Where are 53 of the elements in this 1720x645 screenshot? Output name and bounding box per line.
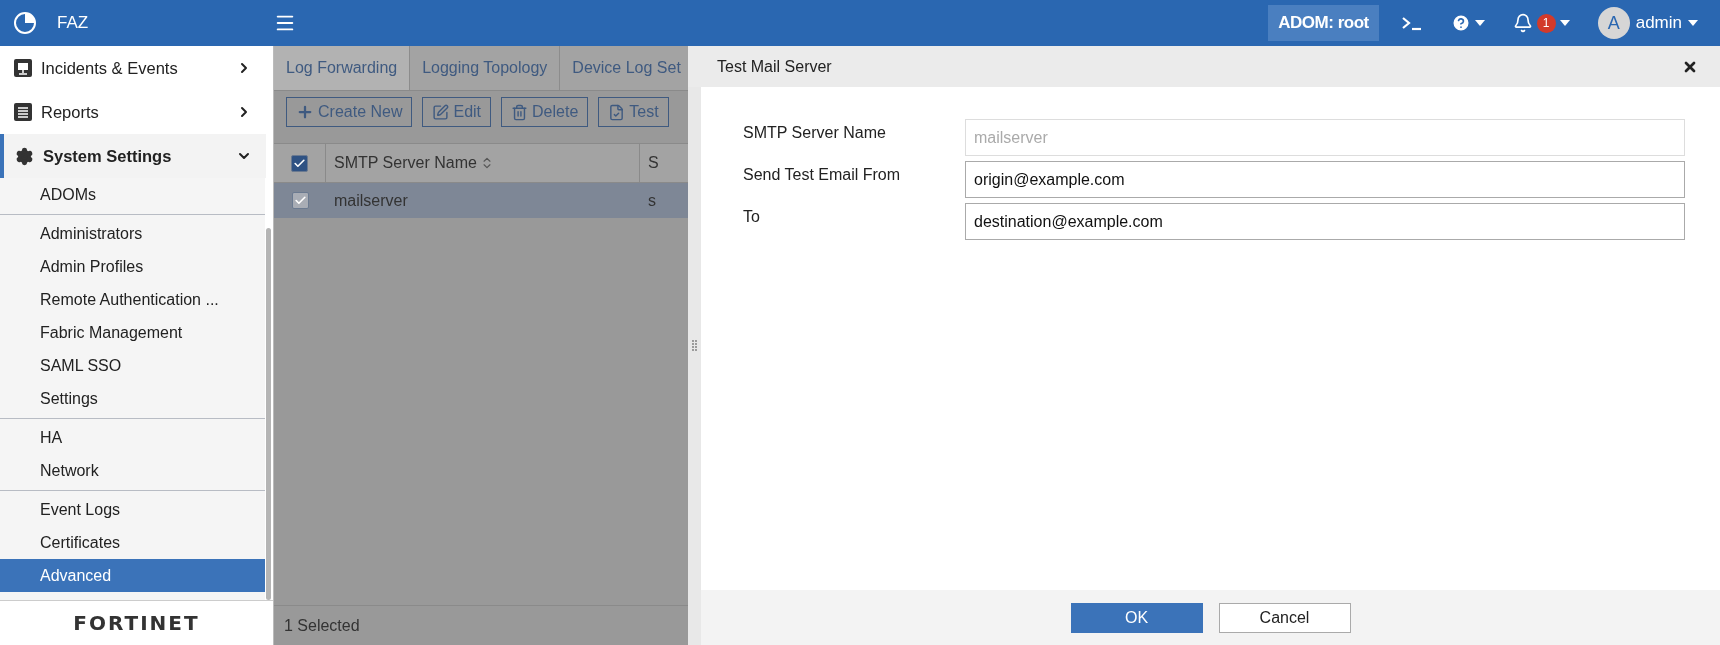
sidebar-subitem[interactable]: Fabric Management — [0, 316, 266, 349]
status-text: 1 Selected — [274, 605, 688, 645]
column-header[interactable]: SMTP Server Name — [326, 144, 640, 182]
input-field[interactable]: origin@example.com — [965, 161, 1685, 198]
notifications-button[interactable]: 1 — [1508, 9, 1574, 37]
sidebar-subitem[interactable]: Event Logs — [0, 493, 266, 526]
sidebar-subitem[interactable]: HA — [0, 421, 266, 454]
table-cell-text: mailserver — [333, 190, 409, 211]
sidebar-subitem[interactable]: ADOMs — [0, 178, 266, 211]
gear-icon — [15, 146, 34, 166]
sidebar-subitem[interactable]: Settings — [0, 382, 266, 415]
user-avatar: A — [1597, 7, 1630, 39]
sidebar-subitem[interactable]: Remote Authentication ... — [0, 283, 266, 316]
sidebar-subitem[interactable]: Certificates — [0, 526, 266, 559]
check-icon — [293, 156, 306, 170]
fortinet-logo: FORTINET — [73, 611, 200, 635]
caret-icon — [1474, 20, 1485, 26]
table-cell-text: s — [647, 190, 657, 211]
dialog-title: Test Mail Server — [717, 57, 832, 76]
terminal-icon — [1400, 15, 1423, 31]
notification-badge: 1 — [1536, 13, 1556, 33]
ok-button[interactable]: OK — [1070, 602, 1203, 633]
field-label: Send Test Email From — [743, 165, 902, 185]
cancel-button[interactable]: Cancel — [1218, 602, 1351, 633]
field-label: SMTP Server Name — [743, 123, 887, 143]
select-all-checkbox[interactable] — [291, 154, 308, 172]
field-label: To — [743, 207, 761, 227]
monitor-icon — [14, 59, 32, 77]
user-menu-button[interactable]: A admin — [1593, 3, 1702, 43]
caret-icon — [1688, 20, 1698, 26]
edit-icon — [432, 103, 450, 121]
pie-chart-icon — [13, 11, 37, 35]
sidebar-subitem[interactable]: Advanced — [0, 559, 266, 592]
sidebar-item[interactable]: System Settings — [0, 134, 266, 178]
sidebar-subitem[interactable]: SAML SSO — [0, 349, 266, 382]
table-row[interactable]: mailserver s — [274, 183, 688, 218]
plus-icon — [296, 103, 314, 121]
caret-icon — [1559, 20, 1570, 26]
sidebar-subitem[interactable]: Admin Profiles — [0, 250, 266, 283]
scrollbar[interactable] — [266, 228, 272, 600]
check-icon — [293, 194, 307, 207]
list-icon — [14, 103, 32, 121]
sidebar-subitem[interactable]: Network — [0, 454, 266, 487]
drag-handle-icon[interactable] — [692, 339, 697, 352]
help-icon — [1450, 13, 1471, 33]
bell-icon — [1512, 13, 1533, 33]
trash-icon — [511, 103, 529, 121]
input-field[interactable]: destination@example.com — [965, 203, 1685, 240]
checklist-icon — [608, 103, 626, 121]
adom-button[interactable]: ADOM: root — [1268, 5, 1379, 41]
sidebar-subitem[interactable]: Administrators — [0, 217, 266, 250]
app-name: FAZ — [57, 13, 89, 33]
row-checkbox[interactable] — [291, 192, 309, 209]
